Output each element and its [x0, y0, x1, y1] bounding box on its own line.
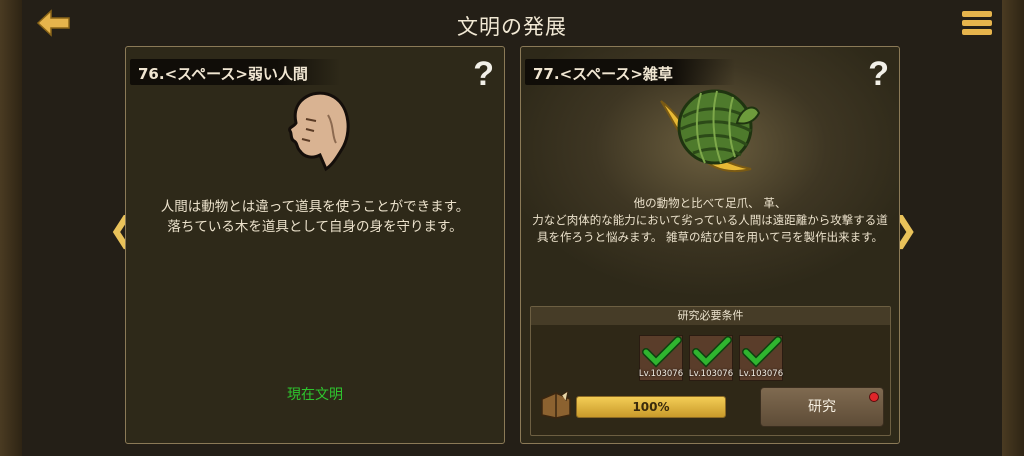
bald-human-head-icon — [288, 91, 350, 172]
civilization-card-current: 76.<スペース>弱い人間 ? 人間は動物とは違って道具を使うことができます。 … — [125, 46, 505, 444]
requirements-header: 研究必要条件 — [531, 307, 890, 325]
card-title: 76.<スペース>弱い人間 — [138, 65, 308, 83]
description: 人間は動物とは違って道具を使うことができます。 落ちている木を道具として自身の身… — [136, 197, 494, 237]
requirement-item[interactable]: Lv.103076 — [689, 335, 733, 381]
description-line: 力など肉体的な能力において劣っている人間は遠距離から攻撃する道 — [532, 213, 888, 227]
left-frame — [0, 0, 22, 456]
requirement-list: Lv.103076 Lv.103076 Lv.103076 — [639, 335, 783, 381]
research-button[interactable]: 研究 — [760, 387, 884, 427]
check-mark-icon — [692, 336, 732, 368]
requirement-level: Lv.103076 — [738, 369, 784, 379]
civilization-card-next: 77.<スペース>雑草 ? 他の動物と比べて足爪、 革、 力など肉体的な能力にお… — [520, 46, 900, 444]
requirement-level: Lv.103076 — [638, 369, 684, 379]
progress-label: 100% — [632, 400, 670, 414]
grass-rope-ball-icon — [660, 89, 761, 173]
hamburger-menu-icon — [962, 11, 992, 35]
menu-button[interactable] — [960, 8, 994, 38]
description-line: 落ちている木を道具として自身の身を守ります。 — [167, 219, 463, 235]
help-icon[interactable]: ? — [868, 55, 889, 94]
check-mark-icon — [742, 336, 782, 368]
research-progress-bar: 100% — [576, 396, 726, 418]
research-button-label: 研究 — [808, 399, 836, 415]
requirement-level: Lv.103076 — [688, 369, 734, 379]
description-line: 他の動物と比べて足爪、 革、 — [633, 196, 787, 210]
description-line: 人間は動物とは違って道具を使うことができます。 — [160, 199, 470, 215]
notification-dot — [869, 392, 879, 402]
right-frame — [1002, 0, 1024, 456]
research-book-icon — [541, 391, 571, 419]
description-line: 具を作ろうと悩みます。 雑草の結び目を用いて弓を製作出来ます。 — [536, 230, 883, 244]
page-title: 文明の発展 — [457, 15, 567, 39]
current-civilization-label: 現在文明 — [287, 387, 343, 403]
requirement-item[interactable]: Lv.103076 — [739, 335, 783, 381]
top-bar: 文明の発展 — [22, 0, 1002, 46]
description: 他の動物と比べて足爪、 革、 力など肉体的な能力において劣っている人間は遠距離か… — [531, 195, 889, 246]
research-requirements-panel: 研究必要条件 Lv.103076 Lv.103076 Lv.103076 100… — [530, 306, 891, 436]
help-icon[interactable]: ? — [473, 55, 494, 94]
card-title: 77.<スペース>雑草 — [533, 65, 673, 83]
check-mark-icon — [642, 336, 682, 368]
requirement-item[interactable]: Lv.103076 — [639, 335, 683, 381]
